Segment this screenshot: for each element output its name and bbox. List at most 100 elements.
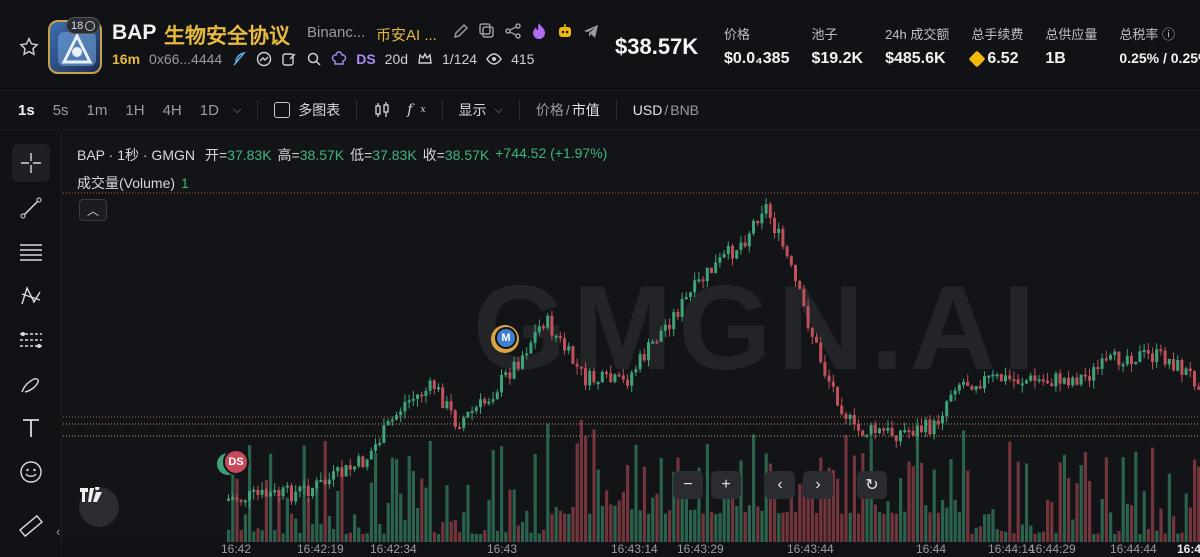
tradingview-logo[interactable] xyxy=(79,487,119,527)
zoom-in-button[interactable]: + xyxy=(711,471,741,499)
volume-bar xyxy=(420,478,424,542)
scroll-right-button[interactable]: › xyxy=(803,471,833,499)
timeframe-1h[interactable]: 1H xyxy=(125,102,144,119)
candle xyxy=(743,242,747,247)
candle xyxy=(1020,383,1024,386)
legend-collapse-button[interactable]: ︿ xyxy=(79,199,107,221)
telegram-icon[interactable] xyxy=(582,22,600,40)
note-edit-icon[interactable] xyxy=(281,51,297,67)
volume-bar xyxy=(668,510,672,542)
candle xyxy=(605,372,608,375)
edit-icon[interactable] xyxy=(452,22,470,40)
timeframe-1d[interactable]: 1D xyxy=(200,102,219,119)
horizontal-lines-icon[interactable] xyxy=(12,233,50,271)
volume-bar xyxy=(525,510,529,542)
candle xyxy=(663,324,667,331)
trade-marker-ds[interactable]: DS xyxy=(223,449,249,475)
emoji-icon[interactable] xyxy=(12,453,50,491)
volume-bar xyxy=(449,521,453,542)
candle xyxy=(764,204,768,214)
candle xyxy=(1012,379,1016,382)
crosshair-icon[interactable] xyxy=(12,144,50,182)
timeframe-1m[interactable]: 1m xyxy=(87,102,108,119)
volume-bar xyxy=(621,491,625,542)
volume-bar xyxy=(1167,473,1171,542)
candle xyxy=(466,411,470,418)
candle xyxy=(1008,375,1012,380)
candle xyxy=(794,265,797,282)
candle-type-icon[interactable] xyxy=(373,101,391,119)
candle xyxy=(273,490,277,493)
volume-bar xyxy=(957,512,961,542)
timeframe-5s[interactable]: 5s xyxy=(53,102,69,119)
token-tag[interactable]: 币安AI ... xyxy=(376,24,437,45)
volume-bar xyxy=(932,469,936,542)
volume-bar xyxy=(894,513,898,542)
chain-label[interactable]: Binanc... xyxy=(307,24,365,41)
trade-marker-m[interactable]: M xyxy=(495,327,517,349)
candle xyxy=(441,387,445,409)
robot-icon[interactable] xyxy=(556,22,574,40)
volume-bar xyxy=(857,513,861,542)
scroll-left-button[interactable]: ‹ xyxy=(765,471,795,499)
candle xyxy=(1180,360,1184,375)
volume-bar xyxy=(1104,457,1108,542)
candle xyxy=(1109,354,1112,360)
volume-bar xyxy=(609,504,613,542)
volume-bar xyxy=(567,513,571,542)
volume-bar xyxy=(281,533,285,542)
pattern-icon[interactable] xyxy=(12,277,50,315)
volume-bar xyxy=(336,490,340,542)
volume-bar xyxy=(1142,491,1146,542)
multi-chart-toggle[interactable]: 多图表 xyxy=(274,100,340,120)
volume-bar xyxy=(575,443,579,542)
multi-chart-checkbox[interactable] xyxy=(274,102,291,118)
candle xyxy=(815,336,818,343)
volume-bar xyxy=(588,513,592,542)
chevron-down-icon[interactable]: ⌵ xyxy=(233,104,241,117)
trend-line-icon[interactable] xyxy=(12,189,50,227)
display-dropdown[interactable]: 显示 ⌵ xyxy=(459,100,503,120)
currency-toggle[interactable]: USD / BNB xyxy=(633,102,699,118)
toolbar-collapse-icon[interactable]: ‹ xyxy=(56,524,60,539)
candle xyxy=(558,335,562,339)
star-icon[interactable] xyxy=(18,36,40,58)
volume-bar xyxy=(1016,461,1020,542)
volume-bar xyxy=(1125,503,1129,542)
price-mcap-toggle[interactable]: 价格 / 市值 xyxy=(536,100,600,120)
share-icon[interactable] xyxy=(504,22,522,40)
indicators-icon[interactable]: fx xyxy=(407,102,425,118)
volume-bar xyxy=(936,512,940,542)
volume-bar xyxy=(655,493,659,542)
volume-bar xyxy=(227,529,231,542)
zoom-out-button[interactable]: − xyxy=(673,471,703,499)
reset-chart-button[interactable]: ↻ xyxy=(857,471,887,499)
brush-icon[interactable] xyxy=(12,365,50,403)
timeframe-4h[interactable]: 4H xyxy=(163,102,182,119)
volume-bar xyxy=(554,506,558,542)
text-tool-icon[interactable] xyxy=(12,409,50,447)
candle xyxy=(983,376,986,389)
measure-lines-icon[interactable] xyxy=(12,321,50,359)
contract-address[interactable]: 0x66...4444 xyxy=(149,51,222,67)
candle xyxy=(924,419,928,433)
time-label: 16:43:44 xyxy=(787,542,834,556)
candle xyxy=(869,424,873,435)
flame-icon[interactable] xyxy=(530,22,548,40)
feather-icon[interactable] xyxy=(231,51,247,67)
search-icon[interactable] xyxy=(306,51,322,67)
price-chart[interactable]: GMGN.AI BAP · 1秒 · GMGN 开=37.83K 高=38.57… xyxy=(63,131,1200,542)
candle xyxy=(424,390,428,396)
timeframe-1s[interactable]: 1s xyxy=(18,102,35,119)
candle xyxy=(621,375,625,380)
volume-bar xyxy=(1155,530,1159,542)
chart-nav: − + ‹ › ↻ xyxy=(673,471,887,499)
volume-bar xyxy=(1193,459,1197,542)
volume-bar xyxy=(382,533,386,542)
volume-bar xyxy=(1159,508,1163,542)
copy-icon[interactable] xyxy=(478,22,496,40)
chart-up-icon[interactable] xyxy=(256,51,272,67)
candle xyxy=(407,400,411,403)
volume-bar xyxy=(920,462,924,542)
ruler-icon[interactable] xyxy=(12,507,50,545)
